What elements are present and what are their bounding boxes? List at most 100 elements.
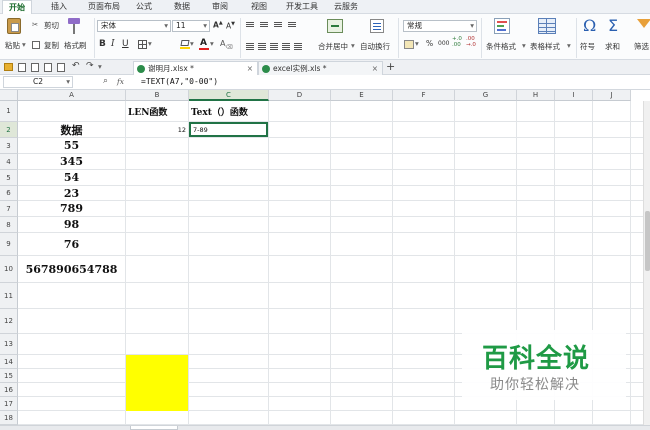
increase-font-icon[interactable]: A▲	[213, 20, 223, 30]
vertical-align-icons[interactable]	[246, 20, 306, 30]
conditional-format-icon[interactable]	[494, 18, 510, 34]
row-header-13[interactable]: 13	[0, 334, 18, 355]
row-header-6[interactable]: 6	[0, 186, 18, 201]
chevron-down-icon[interactable]: ▾	[98, 62, 102, 71]
new-tab-plus-icon[interactable]: +	[386, 60, 395, 73]
menu-tab-home[interactable]: 开始	[2, 0, 32, 14]
merge-center-button[interactable]: 合并居中	[318, 41, 348, 52]
chevron-down-icon[interactable]: ▾	[190, 39, 194, 48]
increase-decimal-icon[interactable]: +.0.00	[452, 36, 462, 48]
format-painter-icon[interactable]	[68, 18, 80, 34]
comma-style-button[interactable]: 000	[438, 40, 449, 47]
row-header-15[interactable]: 15	[0, 369, 18, 383]
column-header-b[interactable]: B	[126, 90, 189, 101]
cell-b1[interactable]: LEN函数	[126, 102, 188, 121]
column-header-h[interactable]: H	[517, 90, 555, 101]
font-name-select[interactable]: 宋体 ▾	[97, 20, 171, 32]
row-header-10[interactable]: 10	[0, 256, 18, 283]
cut-button[interactable]: 剪切	[44, 20, 59, 31]
decrease-decimal-icon[interactable]: .00 →.0	[466, 36, 476, 48]
cell-a7[interactable]: 789	[18, 201, 125, 216]
export-icon[interactable]	[57, 63, 65, 72]
bold-icon[interactable]: B	[99, 39, 106, 49]
sum-button[interactable]: 求和	[605, 41, 620, 52]
chevron-down-icon[interactable]: ▾	[351, 41, 355, 50]
chevron-down-icon[interactable]: ▾	[415, 39, 419, 48]
table-style-button[interactable]: 表格样式	[530, 41, 560, 52]
copy-icon[interactable]	[32, 41, 40, 49]
row-header-12[interactable]: 12	[0, 309, 18, 334]
cell-c2-active[interactable]: 7-89	[189, 122, 268, 137]
borders-icon[interactable]	[138, 40, 147, 49]
paste-dropdown-icon[interactable]: ▾	[22, 40, 26, 49]
row-header-7[interactable]: 7	[0, 201, 18, 217]
zoom-search-icon[interactable]: ⌕	[103, 76, 108, 86]
row-header-2[interactable]: 2	[0, 122, 18, 138]
symbol-button[interactable]: 符号	[580, 41, 595, 52]
sheet-tab[interactable]	[130, 426, 178, 430]
row-header-14[interactable]: 14	[0, 355, 18, 369]
fill-color-icon[interactable]	[180, 40, 190, 49]
column-header-e[interactable]: E	[331, 90, 393, 101]
wrap-text-icon[interactable]	[370, 19, 384, 33]
row-header-3[interactable]: 3	[0, 138, 18, 154]
font-color-icon[interactable]: A	[199, 38, 209, 50]
select-all-corner[interactable]	[0, 90, 18, 101]
filter-button[interactable]: 筛选	[634, 41, 649, 52]
column-header-i[interactable]: I	[555, 90, 593, 101]
vertical-scrollbar[interactable]	[643, 101, 650, 425]
sigma-sum-icon[interactable]: Σ	[608, 16, 618, 35]
underline-icon[interactable]: U	[122, 39, 129, 49]
undo-icon[interactable]: ↶	[72, 61, 80, 71]
cell-a10[interactable]: 567890654788	[18, 256, 125, 282]
conditional-format-button[interactable]: 条件格式	[486, 41, 516, 52]
row-header-4[interactable]: 4	[0, 154, 18, 170]
clear-format-icon[interactable]: A⌫	[220, 39, 233, 51]
menu-tab-insert[interactable]: 插入	[44, 0, 74, 14]
print-icon[interactable]	[44, 63, 52, 72]
decrease-font-icon[interactable]: A▼	[226, 21, 235, 31]
menu-tab-view[interactable]: 视图	[245, 0, 273, 14]
percent-button[interactable]: %	[426, 39, 433, 48]
spreadsheet-grid[interactable]: A B C D E F G H I J 1 2 3 4 5 6 7 8 9 10…	[0, 90, 650, 430]
tab-excel-example[interactable]: excel实例.xls * ×	[258, 61, 383, 75]
row-header-11[interactable]: 11	[0, 283, 18, 309]
scrollbar-thumb[interactable]	[645, 211, 650, 271]
omega-symbol-icon[interactable]: Ω	[583, 16, 596, 35]
column-header-j[interactable]: J	[593, 90, 631, 101]
format-painter-button[interactable]: 格式刷	[64, 40, 87, 51]
column-header-f[interactable]: F	[393, 90, 455, 101]
row-header-17[interactable]: 17	[0, 397, 18, 411]
row-header-1[interactable]: 1	[0, 101, 18, 122]
save-icon[interactable]	[18, 63, 26, 72]
column-header-c[interactable]: C	[189, 90, 269, 101]
close-icon[interactable]: ×	[372, 62, 378, 75]
copy-button[interactable]: 复制	[44, 40, 59, 51]
merge-center-icon[interactable]	[327, 19, 343, 33]
menu-tab-formulas[interactable]: 公式	[130, 0, 158, 14]
wrap-text-button[interactable]: 自动换行	[360, 41, 390, 52]
number-format-select[interactable]: 常规 ▾	[403, 20, 477, 32]
tab-xie-mingyue[interactable]: 谢明月.xlsx * ×	[133, 61, 258, 75]
menu-tab-data[interactable]: 数据	[168, 0, 196, 14]
scissors-icon[interactable]: ✂	[32, 20, 38, 29]
column-header-g[interactable]: G	[455, 90, 517, 101]
cell-a8[interactable]: 98	[18, 217, 125, 232]
horizontal-align-icons[interactable]	[246, 42, 310, 52]
cell-a9[interactable]: 76	[18, 233, 125, 255]
cell-a6[interactable]: 23	[18, 186, 125, 200]
fx-function-icon[interactable]: fx	[117, 77, 124, 86]
column-header-a[interactable]: A	[18, 90, 126, 101]
italic-icon[interactable]: I	[111, 39, 115, 49]
formula-input[interactable]: =TEXT(A7,"0-00")	[141, 77, 218, 86]
chevron-down-icon[interactable]: ▾	[148, 39, 152, 48]
yellow-highlight-block[interactable]	[126, 355, 188, 411]
filter-funnel-icon[interactable]	[637, 19, 650, 28]
paste-icon[interactable]	[7, 18, 21, 34]
cell-b2[interactable]: 12	[126, 122, 186, 137]
menu-tab-page-layout[interactable]: 页面布局	[82, 0, 126, 14]
font-size-select[interactable]: 11 ▾	[172, 20, 210, 32]
chevron-down-icon[interactable]: ▾	[522, 41, 526, 50]
cell-c1[interactable]: Text（）函数	[189, 102, 268, 121]
cell-a4[interactable]: 345	[18, 154, 125, 169]
